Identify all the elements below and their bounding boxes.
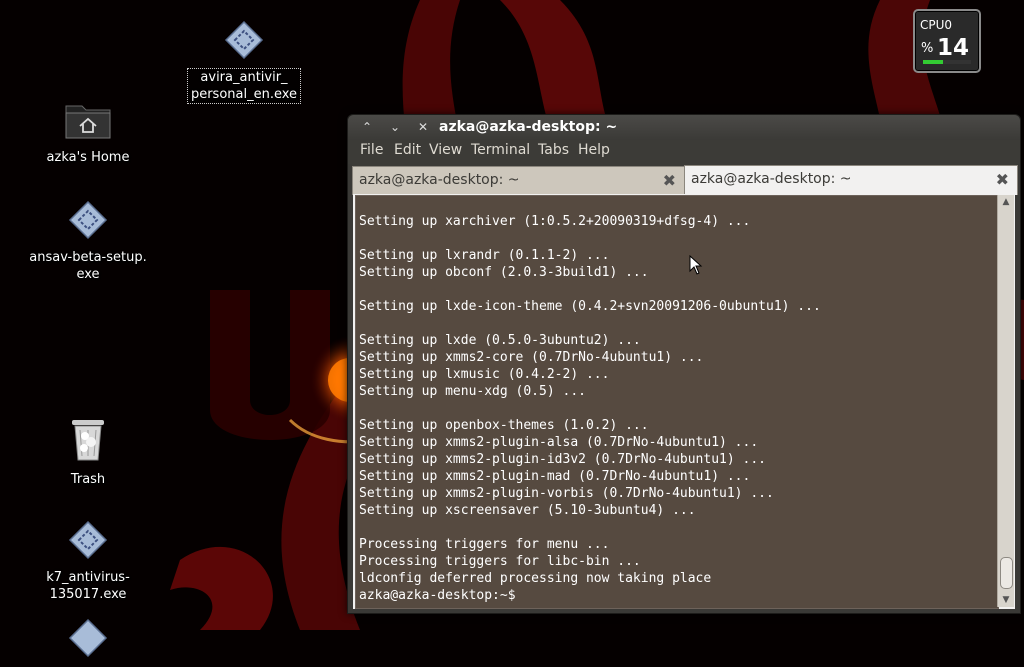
desktop-icon-label: Trash [70, 472, 106, 487]
home-folder-icon [23, 100, 153, 145]
menu-file[interactable]: File [360, 142, 383, 158]
maximize-button[interactable]: ⌃ [358, 119, 376, 136]
desktop-icon-avira[interactable]: avira_antivir_ personal_en.exe [179, 20, 309, 104]
terminal-line: Setting up xarchiver (1:0.5.2+20090319+d… [359, 214, 751, 229]
terminal-line: Processing triggers for menu ... [359, 537, 610, 552]
desktop-icon-label: avira_antivir_ personal_en.exe [186, 68, 302, 104]
exe-icon [23, 520, 153, 565]
terminal-line: Setting up xmms2-plugin-mad (0.7DrNo-4ub… [359, 469, 751, 484]
terminal-line: Setting up menu-xdg (0.5) ... [359, 384, 586, 399]
menu-help[interactable]: Help [578, 142, 610, 158]
desktop-icon-k7[interactable]: k7_antivirus- 135017.exe [23, 520, 153, 603]
terminal-line: Setting up xmms2-plugin-id3v2 (0.7DrNo-4… [359, 452, 766, 467]
menu-edit[interactable]: Edit [394, 142, 421, 158]
terminal-line: Setting up xscreensaver (5.10-3ubuntu4) … [359, 503, 696, 518]
scroll-down-arrow-icon[interactable]: ▼ [998, 595, 1014, 605]
desktop-icon-ansav[interactable]: ansav-beta-setup. exe [23, 200, 153, 283]
close-tab-icon[interactable]: ✖ [996, 170, 1009, 189]
desktop-icon-label: k7_antivirus- 135017.exe [46, 570, 130, 602]
terminal-prompt: azka@azka-desktop:~$ [359, 588, 516, 603]
tab-2[interactable]: azka@azka-desktop: ~ ✖ [684, 165, 1018, 195]
mouse-pointer-icon [689, 254, 703, 279]
menu-bar: File Edit View Terminal Tabs Help [348, 140, 1020, 164]
tab-label: azka@azka-desktop: ~ [691, 171, 852, 187]
terminal-line: Setting up lxde-icon-theme (0.4.2+svn200… [359, 299, 821, 314]
scrollbar-thumb[interactable] [1000, 557, 1013, 589]
terminal-line: Setting up lxmusic (0.4.2-2) ... [359, 367, 610, 382]
desktop-icon-label: ansav-beta-setup. exe [29, 250, 147, 282]
terminal-line: Setting up lxde (0.5.0-3ubuntu2) ... [359, 333, 641, 348]
cpu-value: 14 [937, 35, 970, 61]
window-titlebar[interactable]: ⌃ ⌄ ✕ azka@azka-desktop: ~ [348, 115, 1020, 140]
terminal-line: ldconfig deferred processing now taking … [359, 571, 712, 586]
menu-view[interactable]: View [429, 142, 462, 158]
desktop-icon-trash[interactable]: Trash [23, 416, 153, 488]
terminal-line: Processing triggers for libc-bin ... [359, 554, 641, 569]
exe-icon [179, 20, 309, 65]
tab-label: azka@azka-desktop: ~ [359, 172, 520, 188]
scroll-up-arrow-icon[interactable]: ▲ [998, 197, 1014, 207]
terminal-line: Setting up xmms2-plugin-vorbis (0.7DrNo-… [359, 486, 774, 501]
desktop-icon-home[interactable]: azka's Home [23, 100, 153, 166]
percent-sign: % [921, 41, 934, 56]
exe-icon [23, 200, 153, 245]
minimize-button[interactable]: ⌄ [386, 119, 404, 136]
terminal-line: Setting up openbox-themes (1.0.2) ... [359, 418, 649, 433]
scrollbar[interactable]: ▲ ▼ [997, 195, 1014, 607]
cpu-label: CPU0 [920, 18, 953, 32]
menu-terminal[interactable]: Terminal [471, 142, 530, 158]
terminal-line: Setting up lxrandr (0.1.1-2) ... [359, 248, 610, 263]
terminal-window[interactable]: ⌃ ⌄ ✕ azka@azka-desktop: ~ File Edit Vie… [347, 114, 1021, 614]
desktop-icon-partial[interactable] [23, 618, 153, 667]
tab-bar: azka@azka-desktop: ~ ✖ azka@azka-desktop… [352, 164, 1018, 195]
cpu-monitor-widget[interactable]: CPU0 % 14 [913, 9, 981, 73]
exe-icon [23, 618, 153, 663]
window-title: azka@azka-desktop: ~ [439, 119, 618, 135]
terminal-line: Setting up xmms2-plugin-alsa (0.7DrNo-4u… [359, 435, 759, 450]
terminal-line: Setting up xmms2-core (0.7DrNo-4ubuntu1)… [359, 350, 704, 365]
terminal-line: Setting up obconf (2.0.3-3build1) ... [359, 265, 649, 280]
desktop-icon-label: azka's Home [46, 150, 130, 165]
close-tab-icon[interactable]: ✖ [663, 171, 676, 190]
terminal-output[interactable]: Setting up xarchiver (1:0.5.2+20090319+d… [355, 195, 999, 609]
tab-1[interactable]: azka@azka-desktop: ~ ✖ [352, 166, 685, 195]
menu-tabs[interactable]: Tabs [538, 142, 569, 158]
close-button[interactable]: ✕ [414, 119, 432, 136]
trash-icon [23, 416, 153, 467]
cpu-usage-bar [923, 60, 971, 64]
terminal-body: Setting up xarchiver (1:0.5.2+20090319+d… [353, 194, 1015, 609]
